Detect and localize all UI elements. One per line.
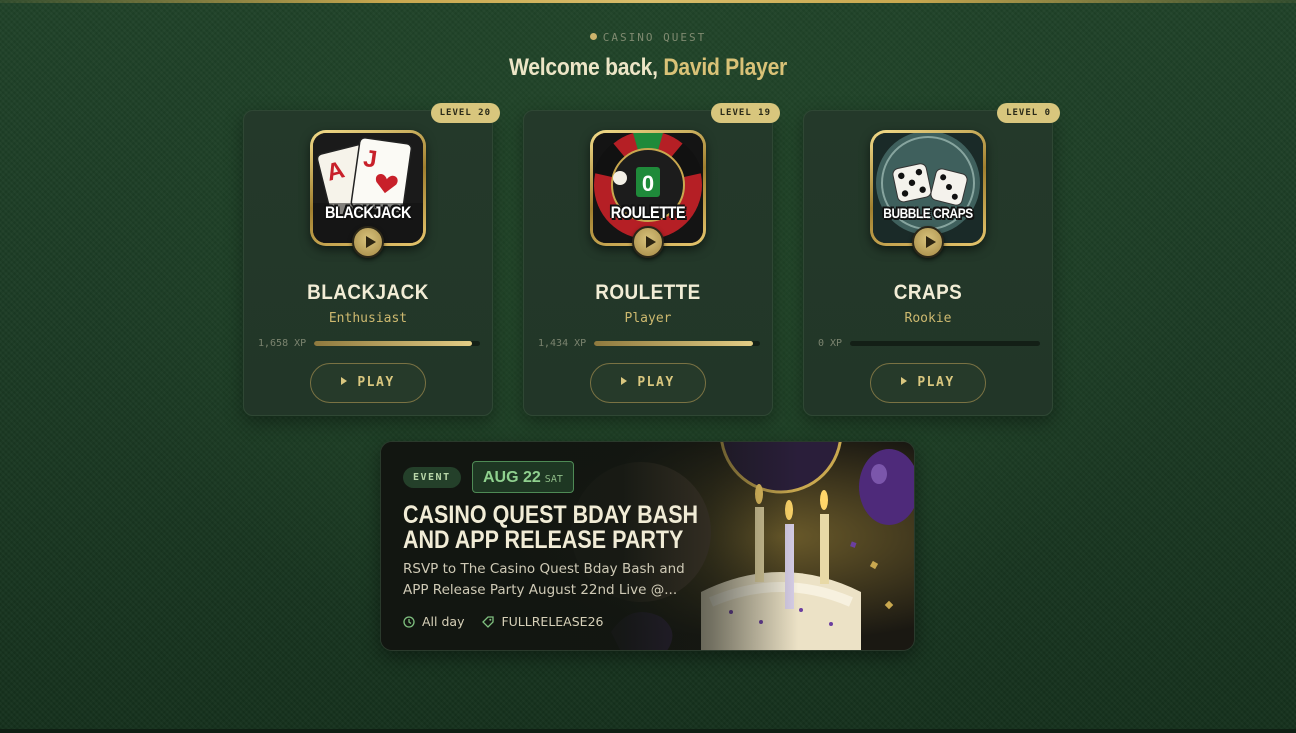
craps-game-icon[interactable]: BUBBLE CRAPS: [870, 130, 986, 258]
event-title: Casino Quest Bday Bash and App Release P…: [403, 501, 699, 554]
xp-track: [314, 340, 480, 346]
game-rank: Player: [624, 311, 672, 326]
welcome-prefix: Welcome back,: [508, 54, 658, 81]
game-card-craps: LEVEL 0 BUBBLE CRAPS CRAPS Rookie 0 XP P…: [803, 103, 1060, 416]
game-rank: Enthusiast: [328, 311, 408, 326]
play-button[interactable]: PLAY: [870, 363, 986, 403]
xp-progress: 1,658 XP: [258, 336, 480, 350]
event-tag: EVENT: [403, 467, 461, 488]
xp-value: 1,658 XP: [258, 337, 307, 349]
play-icon[interactable]: [352, 226, 384, 258]
play-button[interactable]: PLAY: [310, 363, 426, 403]
event-meta: All day FULLRELEASE26: [403, 614, 603, 629]
brand-eyebrow: CASINO QUEST: [0, 31, 1296, 44]
event-code: FULLRELEASE26: [482, 614, 603, 629]
event-code-text: FULLRELEASE26: [501, 614, 604, 629]
icon-title-text: ROULETTE: [610, 203, 686, 222]
clock-icon: [403, 615, 415, 628]
icon-title-text: BUBBLE CRAPS: [883, 205, 973, 221]
play-icon[interactable]: [912, 226, 944, 258]
xp-track: [850, 340, 1040, 346]
level-badge: LEVEL 0: [997, 103, 1060, 123]
top-accent-line: [0, 0, 1296, 3]
event-date-badge: AUG 22 SAT: [472, 461, 574, 493]
tag-icon: [482, 615, 495, 628]
play-triangle-icon: [901, 377, 908, 385]
play-button-label: PLAY: [357, 375, 395, 390]
svg-text:0: 0: [642, 171, 654, 196]
game-card-roulette: LEVEL 19 0 ROULETTE ROULETTE Player 1,43…: [523, 103, 780, 416]
event-card[interactable]: EVENT AUG 22 SAT Casino Quest Bday Bash a…: [380, 441, 915, 651]
game-title: BLACKJACK: [307, 281, 429, 304]
play-button[interactable]: PLAY: [590, 363, 706, 403]
game-title: CRAPS: [893, 281, 963, 304]
play-triangle-icon: [621, 377, 628, 385]
event-weekday: SAT: [544, 474, 563, 485]
level-badge: LEVEL 20: [430, 103, 500, 123]
icon-title-text: BLACKJACK: [324, 203, 412, 222]
bottom-bar: [0, 729, 1296, 733]
brand-eyebrow-text: CASINO QUEST: [602, 31, 707, 44]
event-time-text: All day: [422, 614, 465, 629]
xp-fill: [594, 340, 754, 346]
xp-value: 0 XP: [818, 337, 843, 349]
level-badge: LEVEL 19: [710, 103, 780, 123]
blackjack-game-icon[interactable]: A J BLACKJACK: [310, 130, 426, 258]
status-dot-icon: [589, 33, 597, 40]
play-button-label: PLAY: [917, 375, 955, 390]
event-description: RSVP to The Casino Quest Bday Bash and A…: [403, 561, 685, 598]
xp-progress: 1,434 XP: [538, 336, 760, 350]
play-triangle-icon: [341, 377, 348, 385]
xp-track: [594, 340, 760, 346]
game-card-blackjack: LEVEL 20 A J BLACKJACK BLACKJACK Enthusi…: [243, 103, 500, 416]
xp-progress: 0 XP: [818, 336, 1040, 350]
play-button-label: PLAY: [637, 375, 675, 390]
welcome-heading: Welcome back, David Player: [78, 54, 1218, 82]
player-name: David Player: [663, 54, 788, 81]
roulette-game-icon[interactable]: 0 ROULETTE: [590, 130, 706, 258]
game-rank: Rookie: [904, 311, 952, 326]
event-time: All day: [403, 614, 464, 629]
xp-fill: [314, 340, 472, 346]
event-date: AUG 22: [483, 469, 541, 486]
xp-value: 1,434 XP: [538, 337, 587, 349]
play-icon[interactable]: [632, 226, 664, 258]
game-title: ROULETTE: [595, 281, 701, 304]
